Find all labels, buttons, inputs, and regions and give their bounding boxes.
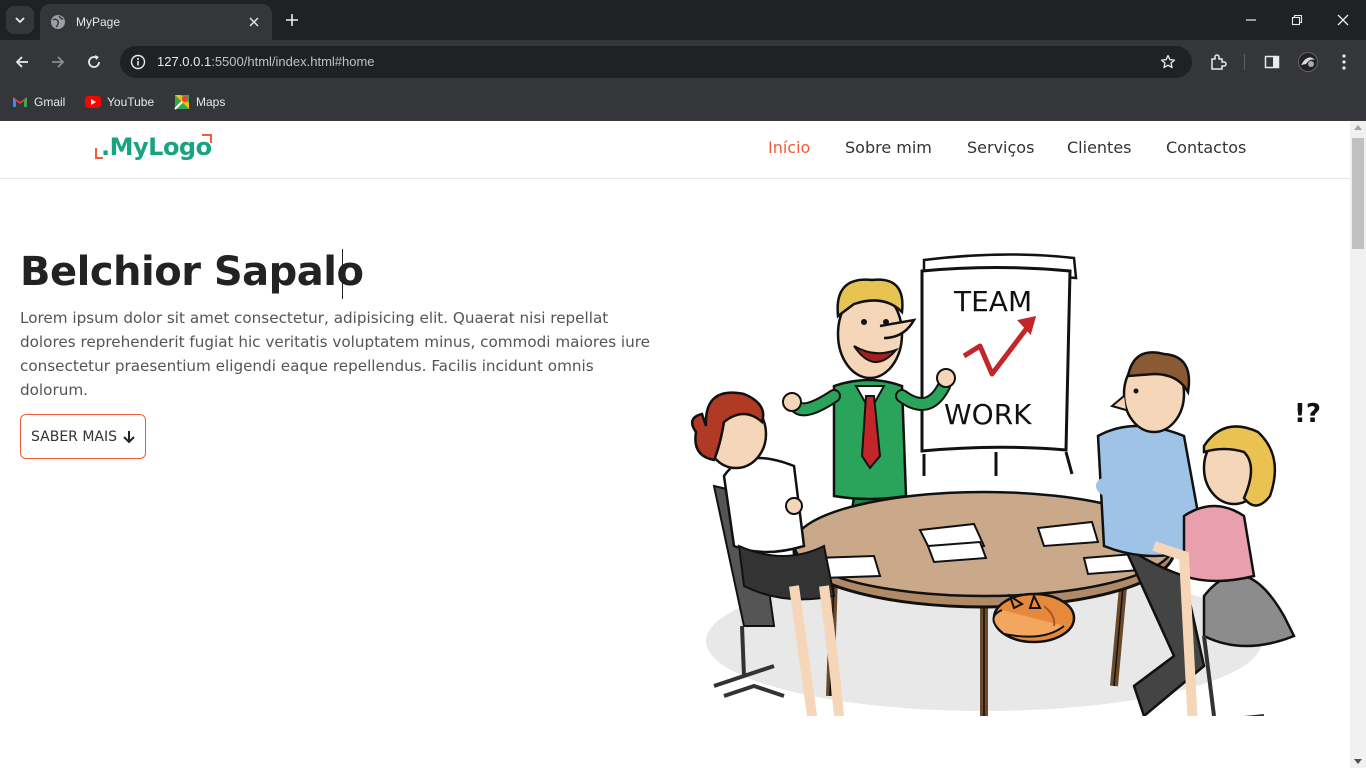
url-text: 127.0.0.1:5500/html/index.html#home xyxy=(157,54,375,69)
bookmark-gmail[interactable]: Gmail xyxy=(12,92,65,112)
address-bar[interactable]: 127.0.0.1:5500/html/index.html#home xyxy=(120,46,1192,78)
saber-mais-button[interactable]: SABER MAIS xyxy=(20,414,146,459)
back-button[interactable] xyxy=(8,48,36,76)
reload-button[interactable] xyxy=(80,48,108,76)
scroll-thumb[interactable] xyxy=(1352,138,1364,249)
hero-description: Lorem ipsum dolor sit amet consectetur, … xyxy=(20,309,651,399)
nav-sobre-mim[interactable]: Sobre mim xyxy=(845,138,932,160)
bookmark-youtube[interactable]: YouTube xyxy=(85,92,154,112)
arrow-right-icon xyxy=(52,56,65,68)
tab-close-icon[interactable] xyxy=(246,14,262,30)
kebab-menu-icon[interactable] xyxy=(1332,50,1356,74)
url-host: 127.0.0.1 xyxy=(157,54,212,69)
bookmark-label: YouTube xyxy=(107,95,155,109)
arrow-left-icon xyxy=(15,56,28,68)
gmail-icon xyxy=(13,97,27,107)
close-icon xyxy=(1337,14,1349,26)
nav-clientes[interactable]: Clientes xyxy=(1067,138,1132,160)
nav-contactos[interactable]: Contactos xyxy=(1166,138,1246,160)
maps-icon xyxy=(174,95,189,110)
toolbar-divider xyxy=(1244,54,1245,70)
flipchart: TEAM WORK xyxy=(920,253,1078,476)
page-scrollbar[interactable] xyxy=(1350,121,1366,768)
button-label: SABER MAIS xyxy=(30,428,118,445)
site-info-icon[interactable] xyxy=(128,52,148,72)
restore-button[interactable] xyxy=(1274,0,1320,40)
typing-caret xyxy=(342,249,343,299)
bookmark-label: Maps xyxy=(196,95,226,109)
exclamation-mark: !? xyxy=(1294,399,1321,429)
hero-title: Belchior Sapalo xyxy=(20,249,364,295)
browser-tab[interactable]: MyPage xyxy=(40,4,272,40)
youtube-icon xyxy=(85,96,101,108)
scroll-up-arrow[interactable] xyxy=(1354,125,1362,130)
flipchart-text-2: WORK xyxy=(944,398,1032,431)
url-path: :5500/html/index.html#home xyxy=(211,54,375,69)
minimize-button[interactable] xyxy=(1228,0,1274,40)
logo-text: .MyLogo xyxy=(101,133,212,161)
sleeping-cat xyxy=(992,592,1076,644)
bookmark-star-icon[interactable] xyxy=(1158,52,1178,72)
bookmark-maps[interactable]: Maps xyxy=(174,92,225,112)
web-page: .MyLogo Início Sobre mim Serviços Client… xyxy=(0,121,1350,768)
tab-strip: MyPage xyxy=(0,0,1366,40)
forward-button[interactable] xyxy=(44,48,72,76)
globe-icon xyxy=(51,15,65,29)
nav-inicio[interactable]: Início xyxy=(768,138,810,160)
plus-icon xyxy=(286,14,298,26)
chevron-down-icon xyxy=(15,17,25,24)
side-panel-icon[interactable] xyxy=(1260,50,1284,74)
flipchart-text-1: TEAM xyxy=(953,285,1032,318)
bookmarks-bar: Gmail YouTube Maps xyxy=(0,84,1366,121)
close-window-button[interactable] xyxy=(1320,0,1366,40)
new-tab-button[interactable] xyxy=(280,8,304,32)
nav-servicos[interactable]: Serviços xyxy=(967,138,1034,160)
site-logo[interactable]: .MyLogo xyxy=(95,133,215,163)
site-header: .MyLogo Início Sobre mim Serviços Client… xyxy=(0,121,1350,179)
reload-icon xyxy=(88,55,100,68)
restore-icon xyxy=(1291,14,1303,26)
minimize-icon xyxy=(1246,19,1256,21)
arrow-down-icon xyxy=(123,430,135,443)
tab-search-button[interactable] xyxy=(6,6,34,34)
extensions-icon[interactable] xyxy=(1206,50,1230,74)
browser-toolbar: 127.0.0.1:5500/html/index.html#home xyxy=(0,40,1366,84)
bookmark-label: Gmail xyxy=(34,95,66,109)
team-meeting-illustration: TEAM WORK !? xyxy=(690,253,1321,716)
scroll-down-arrow[interactable] xyxy=(1354,759,1362,764)
profile-avatar[interactable] xyxy=(1296,50,1320,74)
tab-title: MyPage xyxy=(76,15,121,29)
